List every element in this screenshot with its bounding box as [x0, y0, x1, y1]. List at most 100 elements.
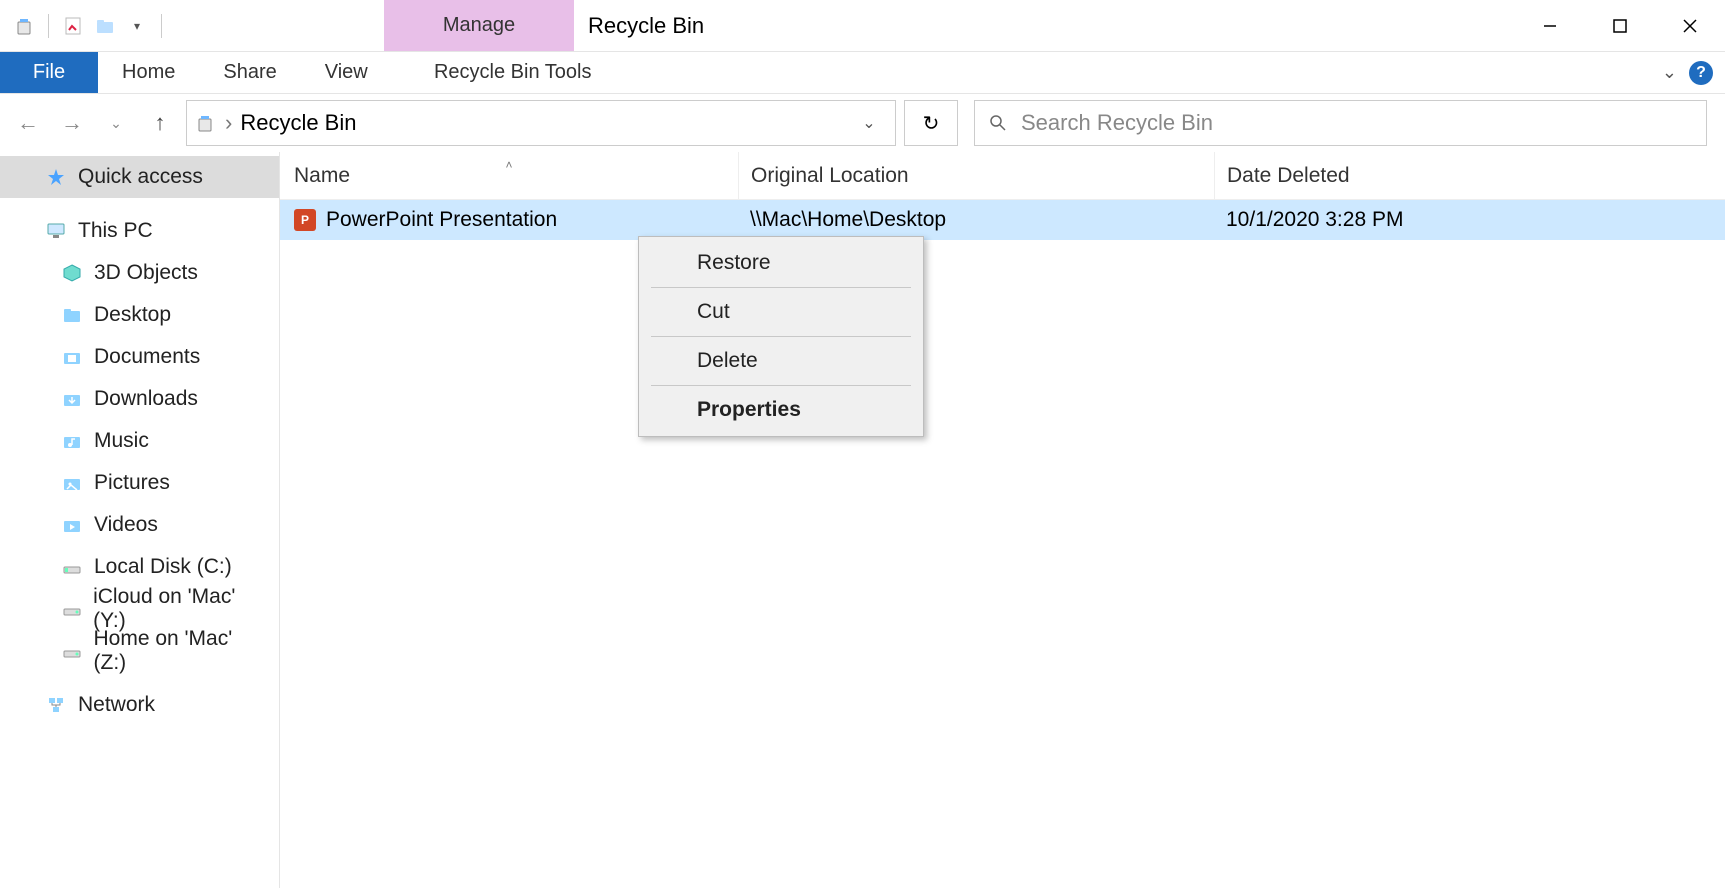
sidebar-item-3d-objects[interactable]: 3D Objects — [0, 252, 279, 294]
sidebar-label: Desktop — [94, 303, 171, 327]
share-tab-label: Share — [223, 61, 276, 84]
search-icon — [989, 114, 1007, 132]
window-title: Recycle Bin — [574, 0, 1515, 51]
view-tab[interactable]: View — [301, 52, 392, 93]
menu-separator — [651, 385, 911, 386]
sidebar-item-this-pc[interactable]: This PC — [0, 210, 279, 252]
search-input[interactable] — [1021, 110, 1692, 136]
file-name: PowerPoint Presentation — [326, 208, 557, 232]
sidebar-label: 3D Objects — [94, 261, 198, 285]
ribbon-expand-icon[interactable]: ⌄ — [1662, 62, 1677, 83]
quick-access-icon — [44, 165, 68, 189]
sidebar-label: iCloud on 'Mac' (Y:) — [93, 585, 267, 633]
sidebar-label: Home on 'Mac' (Z:) — [94, 627, 268, 675]
context-menu-delete[interactable]: Delete — [639, 339, 923, 383]
recycle-bin-tools-tab[interactable]: Recycle Bin Tools — [418, 52, 608, 93]
sidebar-item-documents[interactable]: Documents — [0, 336, 279, 378]
documents-icon — [60, 345, 84, 369]
sidebar-label: Videos — [94, 513, 158, 537]
column-header-original-location[interactable]: Original Location — [738, 152, 1214, 199]
minimize-button[interactable] — [1515, 0, 1585, 52]
file-list-pane: ˄ Name Original Location Date Deleted P … — [280, 152, 1725, 888]
navigation-pane: Quick access This PC 3D Objects Desktop … — [0, 152, 280, 888]
menu-label: Restore — [697, 251, 771, 274]
sidebar-label: Downloads — [94, 387, 198, 411]
column-label: Name — [294, 164, 350, 187]
column-header-name[interactable]: ˄ Name — [280, 164, 738, 188]
music-icon — [60, 429, 84, 453]
sidebar-label: This PC — [78, 219, 153, 243]
menu-label: Cut — [697, 300, 730, 323]
this-pc-icon — [44, 219, 68, 243]
cell-date-deleted: 10/1/2020 3:28 PM — [1214, 208, 1725, 232]
network-drive-icon — [60, 597, 83, 621]
share-tab[interactable]: Share — [199, 52, 300, 93]
sidebar-item-network[interactable]: Network — [0, 684, 279, 726]
breadcrumb-location[interactable]: Recycle Bin — [240, 110, 356, 136]
contextual-tab-label: Recycle Bin Tools — [434, 61, 591, 84]
downloads-icon — [60, 387, 84, 411]
column-label: Original Location — [751, 164, 909, 188]
recycle-bin-addr-icon — [193, 111, 217, 135]
recycle-bin-icon[interactable] — [12, 14, 36, 38]
forward-button[interactable]: → — [54, 105, 90, 141]
powerpoint-icon: P — [294, 209, 316, 231]
context-menu-properties[interactable]: Properties — [639, 388, 923, 432]
properties-qat-icon[interactable] — [61, 14, 85, 38]
qat-dropdown-icon[interactable]: ▾ — [125, 14, 149, 38]
close-button[interactable] — [1655, 0, 1725, 52]
date-deleted-text: 10/1/2020 3:28 PM — [1226, 208, 1403, 231]
sidebar-item-quick-access[interactable]: Quick access — [0, 156, 279, 198]
refresh-button[interactable]: ↻ — [904, 100, 958, 146]
sidebar-item-desktop[interactable]: Desktop — [0, 294, 279, 336]
sidebar-item-videos[interactable]: Videos — [0, 504, 279, 546]
sidebar-label: Local Disk (C:) — [94, 555, 232, 579]
back-button[interactable]: ← — [10, 105, 46, 141]
address-bar[interactable]: › Recycle Bin ⌄ — [186, 100, 896, 146]
help-icon[interactable]: ? — [1689, 61, 1713, 85]
context-menu-restore[interactable]: Restore — [639, 241, 923, 285]
sidebar-item-downloads[interactable]: Downloads — [0, 378, 279, 420]
sidebar-label: Network — [78, 693, 155, 717]
cell-original-location: \\Mac\Home\Desktop — [738, 208, 1214, 232]
separator — [48, 14, 49, 38]
sidebar-item-home-mac-z[interactable]: Home on 'Mac' (Z:) — [0, 630, 279, 672]
search-bar[interactable] — [974, 100, 1707, 146]
menu-label: Delete — [697, 349, 758, 372]
recent-dropdown-icon[interactable]: ⌄ — [98, 105, 134, 141]
file-tab[interactable]: File — [0, 52, 98, 93]
menu-separator — [651, 336, 911, 337]
sidebar-item-local-disk-c[interactable]: Local Disk (C:) — [0, 546, 279, 588]
home-tab[interactable]: Home — [98, 52, 199, 93]
sidebar-item-music[interactable]: Music — [0, 420, 279, 462]
separator — [161, 14, 162, 38]
address-dropdown-icon[interactable]: ⌄ — [849, 101, 889, 145]
column-label: Date Deleted — [1227, 164, 1350, 188]
column-header-date-deleted[interactable]: Date Deleted — [1214, 152, 1725, 199]
drive-icon — [60, 555, 84, 579]
contextual-tab-header[interactable]: Manage — [384, 0, 574, 51]
sidebar-item-pictures[interactable]: Pictures — [0, 462, 279, 504]
pictures-icon — [60, 471, 84, 495]
folder-qat-icon[interactable] — [93, 14, 117, 38]
file-tab-label: File — [33, 61, 65, 84]
menu-label: Properties — [697, 398, 801, 421]
breadcrumb-separator: › — [225, 110, 232, 136]
context-menu-cut[interactable]: Cut — [639, 290, 923, 334]
title-bar: ▾ Manage Recycle Bin — [0, 0, 1725, 52]
sidebar-item-icloud-mac-y[interactable]: iCloud on 'Mac' (Y:) — [0, 588, 279, 630]
column-headers: ˄ Name Original Location Date Deleted — [280, 152, 1725, 200]
maximize-button[interactable] — [1585, 0, 1655, 52]
sidebar-label: Pictures — [94, 471, 170, 495]
quick-access-toolbar: ▾ — [0, 0, 384, 51]
view-tab-label: View — [325, 61, 368, 84]
file-row[interactable]: P PowerPoint Presentation \\Mac\Home\Des… — [280, 200, 1725, 240]
videos-icon — [60, 513, 84, 537]
ribbon-right: ⌄ ? — [1662, 52, 1725, 93]
network-icon — [44, 693, 68, 717]
window-title-text: Recycle Bin — [588, 13, 704, 39]
desktop-icon — [60, 303, 84, 327]
up-button[interactable]: ↑ — [142, 105, 178, 141]
cell-name: P PowerPoint Presentation — [280, 208, 738, 232]
original-location-text: \\Mac\Home\Desktop — [750, 208, 946, 231]
